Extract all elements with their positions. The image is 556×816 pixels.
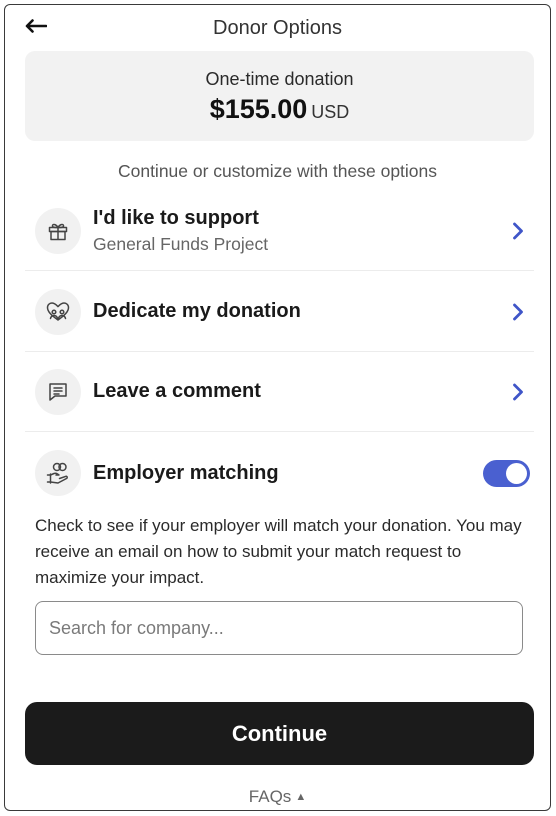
company-search-input[interactable]	[35, 601, 523, 655]
amount-value: $155.00	[209, 94, 308, 124]
employer-matching-toggle[interactable]	[483, 459, 530, 487]
donation-summary-card: One-time donation $155.00 USD	[25, 51, 534, 141]
comment-icon	[35, 368, 81, 415]
page-title: Donor Options	[213, 17, 342, 39]
faqs-link[interactable]: FAQs ▲	[5, 787, 550, 807]
chevron-right-icon	[506, 380, 530, 404]
option-title: Leave a comment	[93, 380, 261, 402]
gift-icon	[35, 207, 81, 254]
option-dedicate[interactable]: Dedicate my donation	[25, 272, 534, 352]
option-title: I'd like to support	[93, 206, 259, 229]
donation-amount: $155.00 USD	[25, 94, 534, 125]
chevron-right-icon	[506, 219, 530, 243]
option-employer-matching: Employer matching	[25, 433, 534, 513]
options-subtitle: Continue or customize with these options	[117, 161, 438, 181]
continue-button[interactable]: Continue	[25, 702, 534, 765]
option-title: Employer matching	[93, 461, 279, 484]
option-title: Dedicate my donation	[93, 300, 301, 322]
option-support[interactable]: I'd like to support General Funds Projec…	[25, 191, 534, 271]
amount-currency: USD	[311, 102, 350, 122]
option-comment[interactable]: Leave a comment	[25, 352, 534, 432]
toggle-knob	[506, 462, 527, 484]
faqs-label: FAQs	[248, 787, 292, 806]
donation-type: One-time donation	[205, 69, 354, 89]
hand-coins-icon	[35, 450, 81, 496]
chevron-right-icon	[506, 300, 530, 324]
option-subtitle: General Funds Project	[93, 233, 269, 254]
donor-options-panel: Donor Options One-time donation $155.00 U…	[4, 4, 551, 811]
heart-people-icon	[35, 288, 81, 335]
header: Donor Options	[5, 5, 550, 51]
caret-up-icon: ▲	[295, 791, 307, 803]
employer-matching-description: Check to see if your employer will match…	[35, 516, 522, 587]
